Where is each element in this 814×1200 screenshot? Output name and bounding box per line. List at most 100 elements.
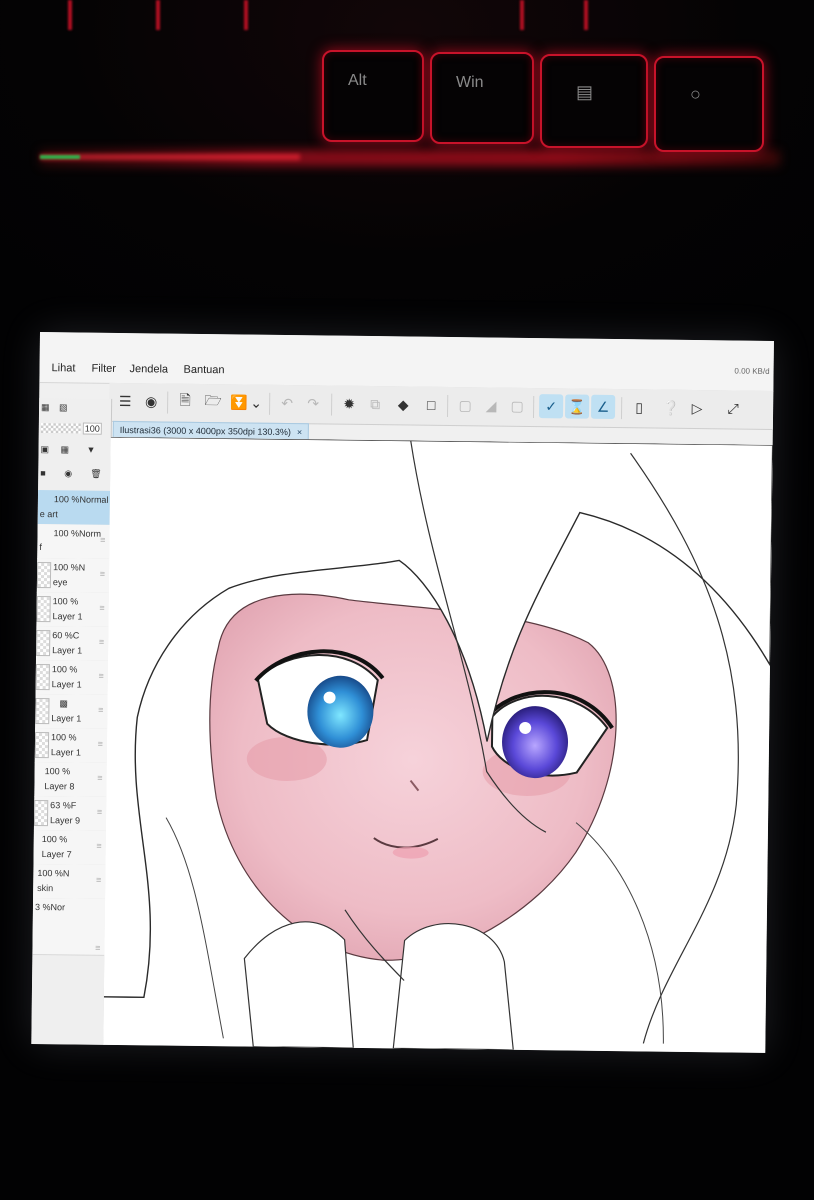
layer-row[interactable]: 100 % Layer 1 ≡ <box>36 591 109 628</box>
layer-opacity: 100 % <box>52 596 79 607</box>
layer-grip-icon[interactable]: ≡ <box>99 603 104 613</box>
monitor-screen: Lihat Filter Jendela Bantuan 0.00 KB/d ☰… <box>31 332 774 1053</box>
transform-icon[interactable]: □ <box>419 393 443 417</box>
layer-effect-icon[interactable]: ■ <box>40 468 46 478</box>
layer-grip-icon[interactable]: ≡ <box>97 773 102 783</box>
mask-icon[interactable]: ◉ <box>64 468 72 479</box>
opacity-slider[interactable] <box>40 423 81 434</box>
layer-opacity: 3 %Nor <box>34 901 66 913</box>
layer-row[interactable]: 100 %Normal e art <box>37 489 111 526</box>
layer-grip-icon[interactable]: ≡ <box>98 671 103 681</box>
ctrl-key: ○ <box>654 56 764 152</box>
layer-grip-icon[interactable]: ≡ <box>97 807 102 817</box>
ctrl-key-glyph: ○ <box>690 84 701 104</box>
new-layer-icon[interactable]: ▣ <box>40 444 50 455</box>
layer-grip-icon[interactable]: ≡ <box>99 637 104 647</box>
redo-icon[interactable]: ↷ <box>301 391 325 415</box>
menu-lihat[interactable]: Lihat <box>51 362 75 374</box>
pen-icon[interactable]: ✓ <box>538 394 564 419</box>
drawing-canvas[interactable] <box>103 436 773 1053</box>
toolbar-divider <box>269 392 271 415</box>
menu-filter[interactable]: Filter <box>91 363 116 375</box>
invert-icon[interactable]: ◢ <box>479 393 503 417</box>
layer-grip-icon[interactable]: ≡ <box>98 705 103 715</box>
open-folder-icon[interactable]: 🗁 <box>201 390 225 414</box>
menu-icon[interactable]: ☰ <box>113 389 137 413</box>
layer-row[interactable]: 100 %N eye ≡ <box>36 557 110 594</box>
keyboard-edge-glow <box>156 0 160 30</box>
layer-grip-icon[interactable]: ≡ <box>100 535 105 545</box>
layer-row[interactable]: 63 %F Layer 9 ≡ <box>33 795 107 832</box>
merge-icon[interactable]: ▼ <box>87 445 96 455</box>
close-icon[interactable]: × <box>297 427 302 437</box>
alt-key: Alt <box>322 50 424 142</box>
layer-name: Layer 1 <box>51 713 82 724</box>
layer-thumbnail <box>36 595 51 623</box>
layer-name: eye <box>52 577 68 588</box>
network-speed-indicator: 0.00 KB/d <box>734 366 770 376</box>
layer-row[interactable]: 100 % Layer 7 ≡ <box>33 829 106 866</box>
layer-row[interactable]: 100 % Layer 8 ≡ <box>34 761 107 798</box>
layer-opacity: 60 %C <box>52 630 80 641</box>
layer-grip-icon[interactable]: ≡ <box>95 943 100 953</box>
new-file-icon[interactable]: 🗎 <box>173 390 197 414</box>
layer-folder-icon[interactable]: ▦ <box>60 444 70 455</box>
fullscreen-icon[interactable]: ⤢ <box>721 396 745 420</box>
brush-icon[interactable]: ⌛ <box>564 394 590 419</box>
layer-tab-icon[interactable]: ▧ <box>59 402 68 413</box>
keyboard-edge-glow <box>68 0 72 30</box>
layer-name: Layer 7 <box>41 849 72 860</box>
keyboard-edge-glow <box>520 0 524 30</box>
deselect-icon[interactable]: ▢ <box>453 393 477 417</box>
trash-icon[interactable]: 🗑 <box>90 469 102 480</box>
undo-icon[interactable]: ↶ <box>275 391 299 415</box>
layer-grip-icon[interactable]: ≡ <box>100 569 105 579</box>
layer-grip-icon[interactable]: ≡ <box>96 875 101 885</box>
layer-name: Layer 1 <box>52 645 83 656</box>
transfer-icon[interactable]: ⧉ <box>363 392 387 416</box>
fill-icon[interactable]: ◆ <box>391 392 415 416</box>
menu-key: ▤ <box>540 54 648 148</box>
layer-row[interactable]: ▩ Layer 1 ≡ <box>35 693 108 730</box>
toolbar-divider <box>331 393 333 416</box>
layer-opacity: 100 % <box>50 732 77 743</box>
layer-row[interactable]: 100 % Layer 1 ≡ <box>34 727 108 764</box>
layer-opacity: 100 % <box>41 834 68 845</box>
toolbar-divider <box>620 397 623 420</box>
layer-row[interactable]: 100 % Layer 1 ≡ <box>35 659 108 696</box>
layer-row[interactable]: 3 %Nor ≡ <box>32 897 106 956</box>
win-key-label: Win <box>456 74 484 91</box>
menu-jendela[interactable]: Jendela <box>129 363 168 375</box>
app-logo-icon[interactable]: ◉ <box>139 389 163 413</box>
loading-icon[interactable]: ✹ <box>337 392 361 416</box>
layer-name: Layer 8 <box>44 781 75 792</box>
layer-mask-icon: ▩ <box>59 698 69 709</box>
layer-blend-label: 100 %Normal <box>53 494 109 505</box>
tablet-icon[interactable]: ▯ <box>627 395 651 419</box>
dropdown-icon[interactable]: ⌄ <box>249 391 263 415</box>
flip-icon[interactable]: ▷ <box>685 396 709 420</box>
opacity-value[interactable]: 100 <box>82 422 102 435</box>
layer-row[interactable]: 100 %Norm f ≡ <box>37 523 110 560</box>
layer-tab-icon[interactable]: ▦ <box>41 402 50 413</box>
layer-row[interactable]: 100 %N skin ≡ <box>33 863 106 900</box>
layer-panel: ▦ ▧ 100 ▣ ▦ ▼ ■ ◉ 🗑 100 %Normal e art 10… <box>31 397 113 1045</box>
layer-opacity: 63 %F <box>50 800 77 811</box>
layer-thumbnail <box>33 799 49 827</box>
menu-bantuan[interactable]: Bantuan <box>183 364 224 376</box>
eraser-icon[interactable]: ∠ <box>590 394 616 420</box>
layer-thumbnail <box>36 629 51 657</box>
keyboard-edge-glow <box>244 0 248 30</box>
anime-portrait-artwork <box>103 436 773 1051</box>
layer-grip-icon[interactable]: ≡ <box>96 841 101 851</box>
layer-name: e art <box>39 509 58 520</box>
layer-opacity: 100 % <box>51 664 78 675</box>
clear-icon[interactable]: ▢ <box>505 394 529 418</box>
layer-name: Layer 9 <box>49 815 81 826</box>
layer-name: Layer 1 <box>52 611 83 622</box>
layer-grip-icon[interactable]: ≡ <box>98 739 103 749</box>
layer-thumbnail <box>36 561 52 589</box>
layer-row[interactable]: 60 %C Layer 1 ≡ <box>35 625 109 662</box>
save-icon[interactable]: ⏬ <box>227 390 251 414</box>
help-icon[interactable]: ❔ <box>659 396 683 420</box>
